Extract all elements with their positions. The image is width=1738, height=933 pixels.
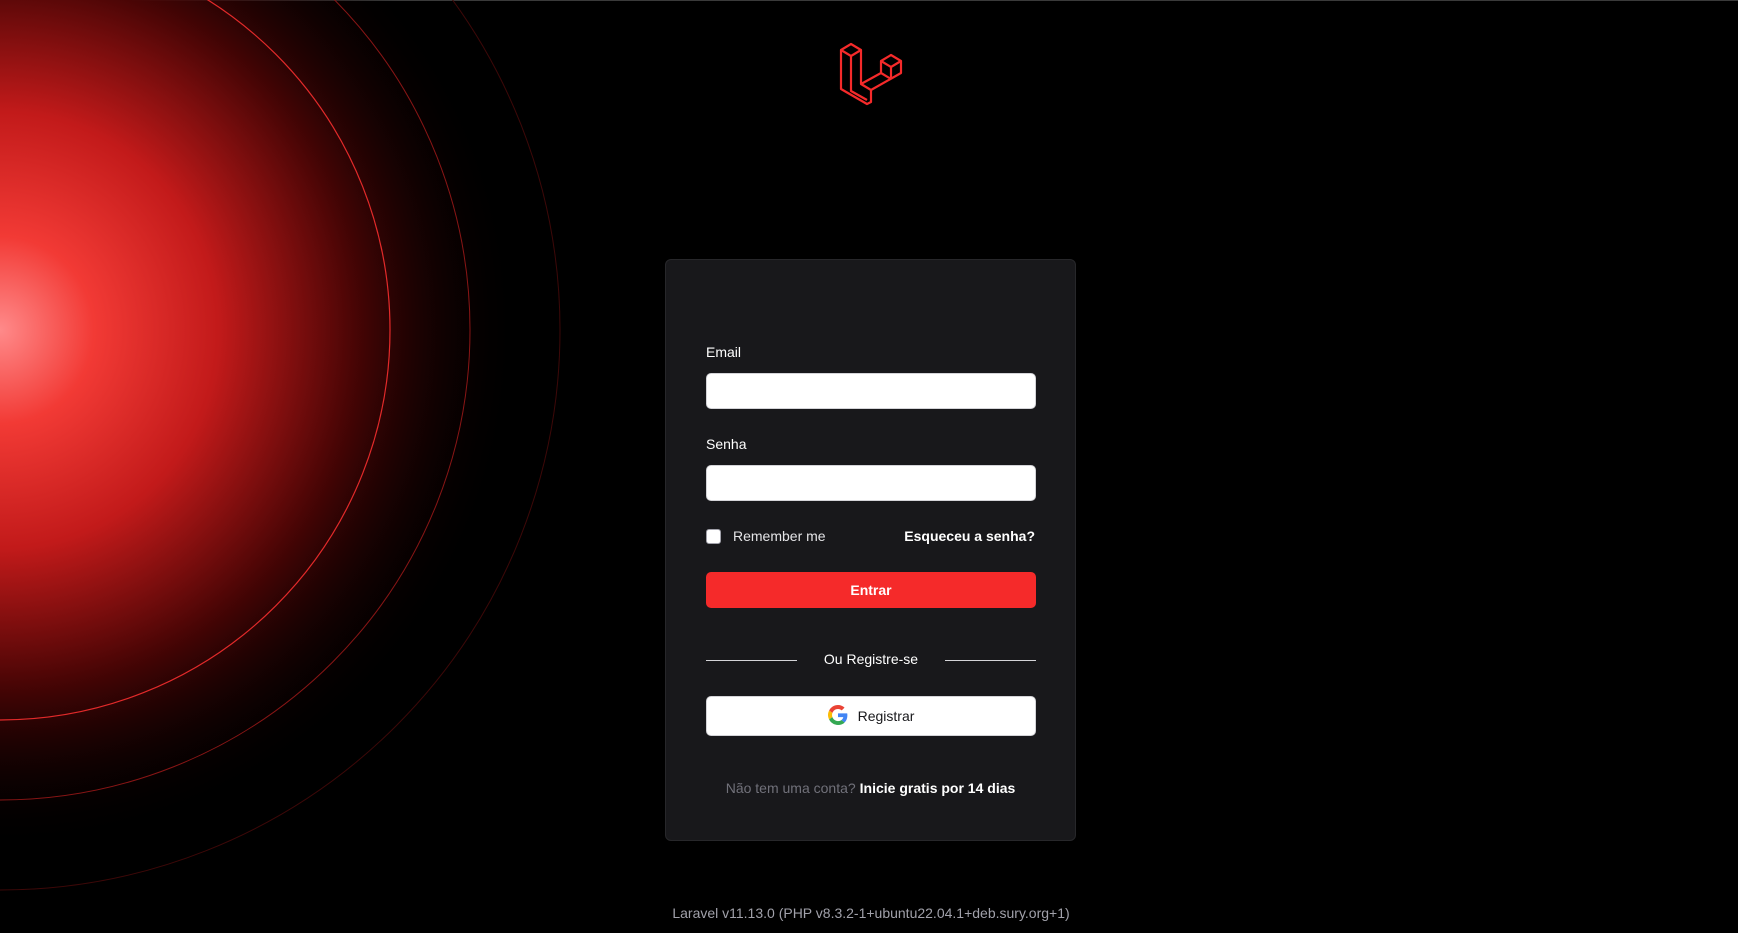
laravel-logo-icon [839,40,903,106]
remember-label: Remember me [733,528,826,544]
google-register-label: Registrar [857,708,915,724]
remember-checkbox[interactable] [706,528,721,544]
google-register-button[interactable]: Registrar [706,696,1036,736]
login-button[interactable]: Entrar [706,572,1036,608]
signup-prompt-text: Não tem uma conta? [725,780,856,796]
password-label: Senha [706,436,747,452]
login-card: Email Senha Remember me Esqueceu a senha… [665,259,1076,841]
login-page: Email Senha Remember me Esqueceu a senha… [0,0,1738,933]
signup-prompt: Não tem uma conta? Inicie gratis por 14 d… [666,780,1075,796]
background-glow [0,0,700,933]
google-icon [827,704,848,728]
divider-text: Ou Registre-se [823,651,919,667]
email-label: Email [706,344,742,360]
forgot-password-link[interactable]: Esqueceu a senha? [904,528,1035,544]
start-trial-link[interactable]: Inicie gratis por 14 dias [860,780,1016,796]
remember-me: Remember me [706,528,826,544]
divider-line-right [945,660,1036,661]
email-field[interactable] [706,373,1036,409]
password-field[interactable] [706,465,1036,501]
version-footer: Laravel v11.13.0 (PHP v8.3.2-1+ubuntu22.… [672,905,1070,921]
